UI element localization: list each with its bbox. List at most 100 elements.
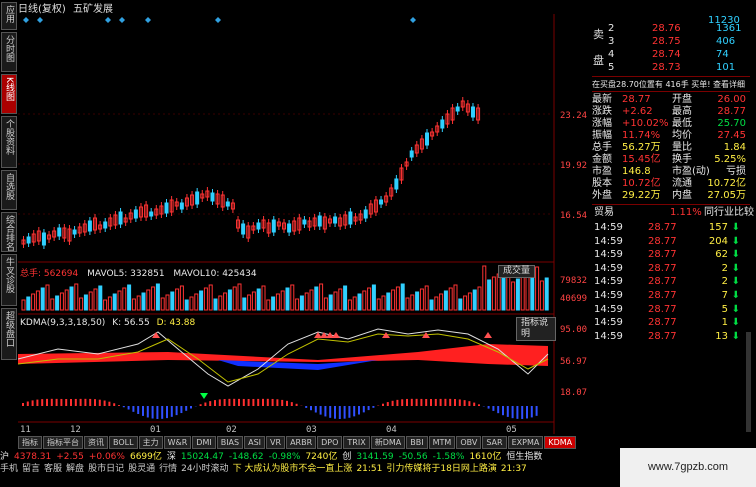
volume-bar xyxy=(290,284,295,311)
sidebar-tab-4[interactable]: 自选股 xyxy=(1,170,17,210)
sidebar-tab-5[interactable]: 综合排名 xyxy=(1,212,17,252)
indicator-tab-sar[interactable]: SAR xyxy=(482,436,507,449)
sidebar: 应用分时图 K线图个股资料自选股综合排名牛叉诊股超级盘口 xyxy=(0,0,18,440)
volume-bar xyxy=(261,285,266,311)
indicator-tab-[interactable]: 主力 xyxy=(138,436,163,449)
trade-time: 14:59 xyxy=(594,276,623,288)
indicator-tab-expma[interactable]: EXPMA xyxy=(507,436,544,449)
indicator-tab-wr[interactable]: W&R xyxy=(163,436,192,449)
sidebar-tab-1[interactable]: 分时图 xyxy=(1,32,17,72)
volume-indicator-button[interactable]: 成交量 xyxy=(498,265,536,278)
volume-bar xyxy=(458,298,463,311)
indicator-tab-boll[interactable]: BOLL xyxy=(109,436,138,449)
indicator-tab-arbr[interactable]: ARBR xyxy=(286,436,317,449)
volume-bar xyxy=(107,296,112,311)
volume-bar xyxy=(482,265,487,311)
status-link-1[interactable]: 留言 xyxy=(22,464,40,474)
trade-price: 28.77 xyxy=(648,330,677,342)
sidebar-tab-0[interactable]: 应用 xyxy=(1,2,17,30)
indicator-tab-[interactable]: 指标平台 xyxy=(43,436,83,449)
event-marker-icon[interactable] xyxy=(215,17,221,23)
volume-total-label: 总手: 562694 xyxy=(20,269,79,279)
indicator-tab-asi[interactable]: ASI xyxy=(244,436,266,449)
kdma-histogram-bar xyxy=(266,398,269,406)
kdma-histogram-bar xyxy=(324,406,327,417)
event-marker-icon[interactable] xyxy=(145,17,151,23)
sidebar-tab-6[interactable]: 牛叉诊股 xyxy=(1,254,17,306)
indicator-tab-dmi[interactable]: DMI xyxy=(192,436,216,449)
status-link-2[interactable]: 客服 xyxy=(44,464,62,474)
candle-body xyxy=(348,211,353,225)
kline-chart-area[interactable]: 11 12 01 02 03 04 05 总手: 562694 MAVOL5: 332851… xyxy=(18,14,587,434)
volume-bar xyxy=(511,281,516,311)
volume-bar xyxy=(122,287,127,311)
sidebar-tab-7[interactable]: 超级盘口 xyxy=(1,308,17,360)
volume-bar xyxy=(338,288,343,311)
price-axis-label: 23.24 xyxy=(560,111,588,121)
event-marker-icon[interactable] xyxy=(410,17,416,23)
volume-bar xyxy=(491,276,496,311)
candle-body xyxy=(440,119,445,129)
status-link-6[interactable]: 行情 xyxy=(159,464,177,474)
date-axis-label: 11 xyxy=(20,425,31,434)
trade-volume: 1 xyxy=(721,317,728,329)
status-link-5[interactable]: 股灵通 xyxy=(128,464,155,474)
indicator-tab-bias[interactable]: BIAS xyxy=(216,436,244,449)
volume-bar xyxy=(275,293,280,311)
kdma-histogram-bar xyxy=(497,406,500,414)
down-arrow-icon: ⬇ xyxy=(731,290,740,301)
indicator-tab-trix[interactable]: TRIX xyxy=(343,436,370,449)
order-book-row[interactable]: 3 28.75 406 xyxy=(592,35,750,48)
indicator-tab-vr[interactable]: VR xyxy=(266,436,286,449)
order-book-row[interactable]: 2 28.76 1361 xyxy=(592,22,750,35)
kdma-histogram-bar xyxy=(252,398,255,406)
kdma-histogram-bar xyxy=(526,406,528,419)
event-marker-icon[interactable] xyxy=(23,17,29,23)
status-link-3[interactable]: 解盘 xyxy=(66,464,84,474)
status-link-4[interactable]: 股市日记 xyxy=(88,464,124,474)
sidebar-tab-2[interactable]: K线图 xyxy=(1,74,17,114)
trade-tab-left[interactable]: 贸易 xyxy=(594,206,614,219)
event-marker-icon[interactable] xyxy=(119,17,125,23)
indicator-tab-bbi[interactable]: BBI xyxy=(406,436,428,449)
news-ticker-1[interactable]: 下 大成认为股市不会一直上涨 xyxy=(233,464,353,474)
volume-bar xyxy=(463,295,468,311)
kdma-histogram-bar xyxy=(391,400,394,406)
compare-industry-button[interactable]: 同行业比较 xyxy=(704,206,754,219)
indicator-tab-[interactable]: 资讯 xyxy=(84,436,108,449)
kdma-histogram-bar xyxy=(257,398,260,406)
indicator-tab-kdma[interactable]: KDMA xyxy=(544,436,577,449)
event-marker-icon[interactable] xyxy=(105,17,111,23)
indicator-tab-dma[interactable]: 新DMA xyxy=(370,436,406,449)
sidebar-tab-3[interactable]: 个股资料 xyxy=(1,116,17,168)
order-book-row[interactable]: 4 28.74 74 xyxy=(592,48,750,61)
chart-title-bar: 日线(复权) 五矿发展 xyxy=(18,0,426,15)
status-link-7[interactable]: 24小时滚动 xyxy=(181,464,228,474)
status-link-0[interactable]: 手机 xyxy=(0,464,18,474)
kdma-histogram-bar xyxy=(156,406,159,419)
trade-row: 14:59 28.77 1 ⬇ xyxy=(592,316,750,329)
volume-bar xyxy=(415,291,420,311)
indicator-tab-[interactable]: 指标 xyxy=(18,436,42,449)
kdma-axis-label: 18.07 xyxy=(560,388,588,398)
trade-scrollbar[interactable] xyxy=(746,332,751,432)
kline-chart-svg[interactable]: 11 12 01 02 03 04 05 xyxy=(18,14,556,434)
volume-bar xyxy=(328,294,333,311)
buy-order-alert[interactable]: 在买盘28.70位置有 416手 买单! 查看详细 xyxy=(592,78,750,91)
kdma-histogram-bar xyxy=(444,398,447,406)
candle-body xyxy=(26,236,31,244)
indicator-help-button[interactable]: 指标说明 xyxy=(516,317,556,341)
kdma-histogram-bar xyxy=(55,398,58,406)
news-ticker-2[interactable]: 引力传媒将于18日网上路演 xyxy=(386,464,496,474)
order-book-row[interactable]: 5 28.73 101 xyxy=(592,61,750,74)
indicator-tab-dpo[interactable]: DPO xyxy=(317,436,343,449)
indicator-tab-mtm[interactable]: MTM xyxy=(428,436,456,449)
kdma-histogram-bar xyxy=(70,398,72,406)
candle-body xyxy=(149,211,154,217)
volume-bar xyxy=(55,295,60,311)
indicator-tab-obv[interactable]: OBV xyxy=(456,436,482,449)
candle-body xyxy=(164,202,169,214)
news-time-1: 21:51 xyxy=(356,464,383,474)
volume-bar xyxy=(304,292,309,311)
event-marker-icon[interactable] xyxy=(37,17,43,23)
